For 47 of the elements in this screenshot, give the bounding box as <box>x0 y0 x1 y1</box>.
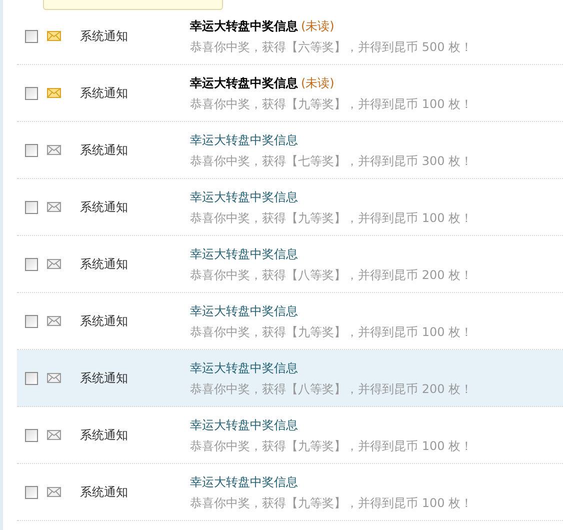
message-body: 恭喜你中奖，获得【九等奖】，并得到昆币 100 枚！ <box>190 324 473 340</box>
envelope-icon <box>47 259 61 269</box>
message-title[interactable]: 幸运大转盘中奖信息 <box>190 16 298 34</box>
sender-label: 系统通知 <box>80 256 129 273</box>
message-title[interactable]: 幸运大转盘中奖信息 <box>190 358 298 376</box>
message-title[interactable]: 幸运大转盘中奖信息 <box>190 188 298 206</box>
sender-label: 系统通知 <box>80 427 129 444</box>
envelope-icon <box>47 430 61 440</box>
message-title[interactable]: 幸运大转盘中奖信息 <box>190 130 298 148</box>
unread-label: (未读) <box>301 18 334 34</box>
checkbox[interactable] <box>24 144 38 156</box>
sender-label: 系统通知 <box>80 85 129 102</box>
message-body: 恭喜你中奖，获得【六等奖】，并得到昆币 500 枚！ <box>190 38 473 56</box>
checkbox[interactable] <box>24 258 38 270</box>
message-title[interactable]: 幸运大转盘中奖信息 <box>190 74 298 92</box>
message-title[interactable]: 幸运大转盘中奖信息 <box>190 302 298 320</box>
checkbox[interactable] <box>24 30 38 42</box>
message-body: 恭喜你中奖，获得【九等奖】，并得到昆币 100 枚！ <box>190 438 473 454</box>
sender-label: 系统通知 <box>80 313 129 330</box>
sender-label: 系统通知 <box>80 370 129 387</box>
message-body: 恭喜你中奖，获得【八等奖】，并得到昆币 200 枚！ <box>190 266 473 284</box>
envelope-icon <box>47 202 61 212</box>
sender-label: 系统通知 <box>80 28 129 45</box>
message-body: 恭喜你中奖，获得【八等奖】，并得到昆币 200 枚！ <box>190 380 473 398</box>
checkbox[interactable] <box>24 486 38 498</box>
checkbox[interactable] <box>24 372 38 384</box>
message-body: 恭喜你中奖，获得【七等奖】，并得到昆币 300 枚！ <box>190 152 473 170</box>
envelope-icon <box>47 487 61 497</box>
checkbox[interactable] <box>24 314 38 328</box>
checkbox[interactable] <box>24 200 38 214</box>
message-body: 恭喜你中奖，获得【九等奖】，并得到昆币 100 枚！ <box>190 210 473 226</box>
envelope-icon <box>47 316 61 326</box>
envelope-icon <box>47 88 61 98</box>
message-body: 恭喜你中奖，获得【九等奖】，并得到昆币 100 枚！ <box>190 494 473 512</box>
sender-label: 系统通知 <box>80 199 129 216</box>
checkbox[interactable] <box>24 86 38 100</box>
checkbox[interactable] <box>24 428 38 442</box>
envelope-icon <box>47 373 61 383</box>
envelope-icon <box>47 145 61 155</box>
unread-label: (未读) <box>301 74 334 92</box>
message-title[interactable]: 幸运大转盘中奖信息 <box>190 416 298 434</box>
message-body: 恭喜你中奖，获得【九等奖】，并得到昆币 100 枚！ <box>190 96 473 112</box>
message-title[interactable]: 幸运大转盘中奖信息 <box>190 472 298 490</box>
sender-label: 系统通知 <box>80 142 129 159</box>
envelope-icon <box>47 31 61 41</box>
message-title[interactable]: 幸运大转盘中奖信息 <box>190 244 298 262</box>
sender-label: 系统通知 <box>80 484 129 501</box>
